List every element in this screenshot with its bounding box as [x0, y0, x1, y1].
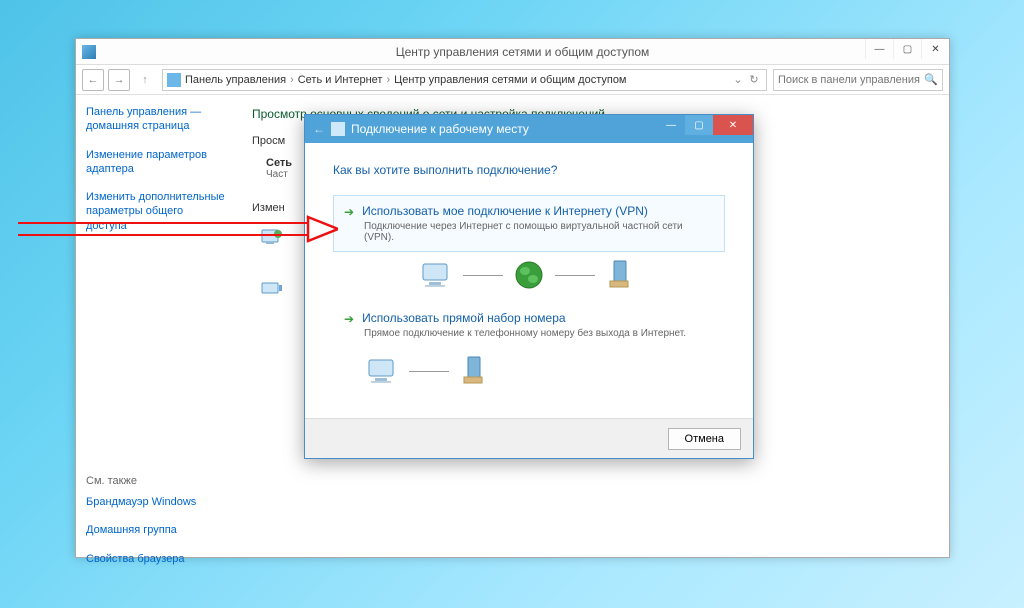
- window-controls: — ▢ ✕: [865, 39, 949, 59]
- wizard-option-dialup[interactable]: ➔ Использовать прямой набор номера Прямо…: [333, 302, 725, 348]
- breadcrumb-dropdown[interactable]: ⌄: [730, 73, 746, 86]
- cancel-button[interactable]: Отмена: [668, 428, 741, 450]
- server-icon: [601, 258, 641, 292]
- wizard-controls: — ▢ ✕: [657, 115, 753, 135]
- search-input[interactable]: [778, 74, 922, 86]
- connection-wizard-dialog: ← Подключение к рабочему месту — ▢ ✕ Как…: [304, 114, 754, 459]
- back-arrow-icon[interactable]: ←: [313, 122, 325, 136]
- wizard-footer: Отмена: [305, 418, 753, 458]
- maximize-button[interactable]: ▢: [893, 39, 921, 59]
- computer-icon: [417, 258, 457, 292]
- sidebar-link-home[interactable]: Панель управления — домашняя страница: [86, 105, 226, 134]
- option-title: Использовать прямой набор номера: [362, 311, 565, 325]
- wizard-body: Как вы хотите выполнить подключение? ➔ И…: [305, 143, 753, 408]
- search-icon: 🔍: [924, 73, 938, 86]
- sidebar-link-homegroup[interactable]: Домашняя группа: [86, 523, 226, 537]
- wizard-minimize-button[interactable]: —: [657, 115, 685, 135]
- sidebar-link-adapter[interactable]: Изменение параметров адаптера: [86, 148, 226, 177]
- breadcrumb-item[interactable]: Панель управления: [185, 74, 286, 86]
- wizard-question: Как вы хотите выполнить подключение?: [333, 163, 725, 177]
- sidebar-link-firewall[interactable]: Брандмауэр Windows: [86, 495, 226, 509]
- minimize-button[interactable]: —: [865, 39, 893, 59]
- forward-button[interactable]: →: [108, 69, 130, 91]
- sidebar: Панель управления — домашняя страница Из…: [76, 95, 236, 557]
- breadcrumb-icon: [167, 73, 181, 87]
- server-icon: [455, 354, 495, 388]
- computer-icon: [363, 354, 403, 388]
- wizard-close-button[interactable]: ✕: [713, 115, 753, 135]
- globe-icon: [509, 258, 549, 292]
- connector-line: [409, 371, 449, 372]
- sidebar-link-browser[interactable]: Свойства браузера: [86, 552, 226, 566]
- vpn-diagram: [333, 258, 725, 292]
- sidebar-link-sharing[interactable]: Изменить дополнительные параметры общего…: [86, 190, 226, 233]
- breadcrumb[interactable]: Панель управления › Сеть и Интернет › Це…: [162, 69, 767, 91]
- arrow-right-icon: ➔: [344, 205, 354, 219]
- close-button[interactable]: ✕: [921, 39, 949, 59]
- search-box[interactable]: 🔍: [773, 69, 943, 91]
- wizard-title: Подключение к рабочему месту: [351, 122, 529, 136]
- connector-line: [463, 275, 503, 276]
- refresh-icon[interactable]: ↻: [746, 73, 762, 86]
- network-setup-icon[interactable]: [260, 228, 284, 248]
- dialup-diagram: [363, 354, 725, 388]
- sidebar-footer-label: См. также: [86, 475, 226, 487]
- chevron-right-icon: ›: [386, 74, 390, 86]
- up-button[interactable]: ↑: [134, 69, 156, 91]
- option-desc: Прямое подключение к телефонному номеру …: [364, 328, 714, 339]
- arrow-right-icon: ➔: [344, 312, 354, 326]
- wizard-icon: [331, 122, 345, 136]
- window-icon: [82, 45, 96, 59]
- option-title: Использовать мое подключение к Интернету…: [362, 204, 648, 218]
- breadcrumb-item[interactable]: Сеть и Интернет: [298, 74, 383, 86]
- wizard-option-vpn[interactable]: ➔ Использовать мое подключение к Интерне…: [333, 195, 725, 252]
- chevron-right-icon: ›: [290, 74, 294, 86]
- navigation-bar: ← → ↑ Панель управления › Сеть и Интерне…: [76, 65, 949, 95]
- connector-line: [555, 275, 595, 276]
- troubleshoot-icon[interactable]: [260, 279, 284, 299]
- breadcrumb-item[interactable]: Центр управления сетями и общим доступом: [394, 74, 626, 86]
- wizard-titlebar: ← Подключение к рабочему месту — ▢ ✕: [305, 115, 753, 143]
- wizard-maximize-button[interactable]: ▢: [685, 115, 713, 135]
- back-button[interactable]: ←: [82, 69, 104, 91]
- option-desc: Подключение через Интернет с помощью вир…: [364, 221, 714, 243]
- window-title: Центр управления сетями и общим доступом: [102, 45, 943, 59]
- titlebar: Центр управления сетями и общим доступом…: [76, 39, 949, 65]
